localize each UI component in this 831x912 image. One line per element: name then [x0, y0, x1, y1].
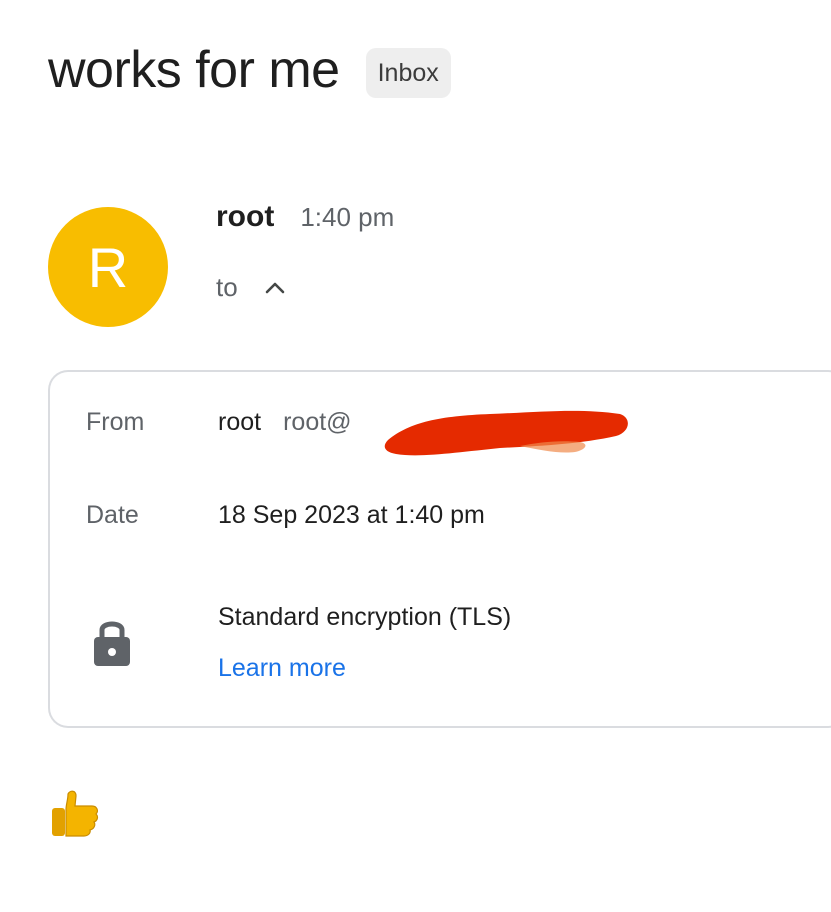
sender-row: root 1:40 pm — [216, 200, 394, 234]
redaction-scribble — [384, 410, 628, 456]
encryption-value: Standard encryption (TLS) — [218, 603, 512, 631]
from-label: From — [86, 408, 145, 436]
learn-more-link[interactable]: Learn more — [218, 654, 346, 683]
inbox-label-chip[interactable]: Inbox — [365, 48, 451, 98]
date-value: 18 Sep 2023 at 1:40 pm — [218, 501, 485, 529]
email-view: works for me Inbox R root 1:40 pm to Fro… — [0, 0, 831, 912]
message-details-card: From root root@ Date 18 Sep 2023 at 1:40 … — [48, 370, 831, 728]
from-name: root — [218, 408, 262, 436]
from-value: root root@ — [218, 408, 352, 437]
from-email: root@ — [283, 408, 352, 436]
sender-avatar[interactable]: R — [48, 207, 168, 327]
to-label: to — [216, 272, 238, 302]
subject-header: works for me Inbox — [48, 38, 451, 102]
sender-name[interactable]: root — [216, 200, 274, 234]
chevron-up-icon[interactable] — [264, 277, 286, 299]
avatar-initial: R — [87, 235, 129, 299]
lock-icon — [94, 621, 130, 666]
date-label: Date — [86, 501, 139, 529]
thumbs-up-emoji-icon — [52, 790, 99, 837]
recipients-toggle[interactable]: to — [216, 272, 286, 303]
sent-time: 1:40 pm — [300, 202, 395, 232]
email-subject: works for me — [48, 41, 340, 99]
